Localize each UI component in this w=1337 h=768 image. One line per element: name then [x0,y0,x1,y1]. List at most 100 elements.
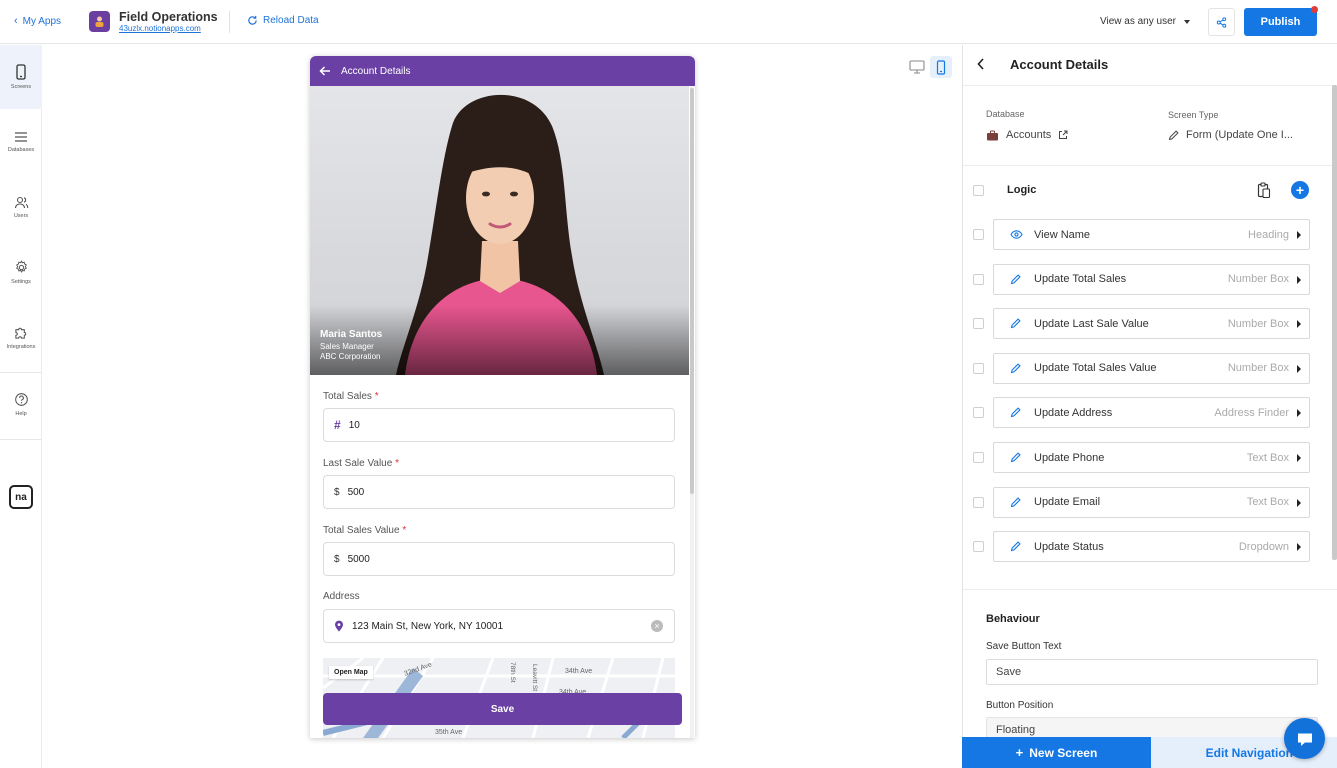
share-button[interactable] [1208,8,1235,36]
divider [229,11,230,33]
pencil-icon [1010,541,1024,552]
last-sale-value-input[interactable]: $ 500 [323,475,675,509]
help-icon [14,392,28,406]
desktop-view-toggle[interactable] [906,56,928,78]
paste-icon[interactable] [1257,182,1271,199]
logic-row-checkbox[interactable] [973,496,984,508]
caret-right-icon[interactable] [1297,320,1301,329]
screen-type-value[interactable]: Form (Update One I... [1168,129,1293,141]
logic-row-checkbox[interactable] [973,541,984,553]
app-url-link[interactable]: 43uzlx.notionapps.com [119,24,201,33]
caret-right-icon[interactable] [1297,543,1301,552]
caret-right-icon[interactable] [1297,275,1301,284]
total-sales-value-input[interactable]: $ 5000 [323,542,675,576]
mobile-view-toggle[interactable] [930,56,952,78]
clear-icon[interactable]: × [651,620,663,632]
screen-type-label: Screen Type [1168,110,1219,120]
nav-item-help[interactable]: Help [0,372,42,436]
required-marker: * [402,525,407,536]
save-button[interactable]: Save [323,693,682,725]
nav-item-integrations[interactable]: Integrations [0,305,42,369]
phone-scrollbar[interactable] [690,88,694,494]
pencil-icon [1010,452,1024,463]
nav-item-settings[interactable]: Settings [0,240,42,304]
arrow-left-icon[interactable] [319,66,331,76]
map-pin-icon [335,620,343,632]
pencil-icon [1010,318,1024,329]
notification-dot [1311,6,1318,13]
pencil-icon [1010,363,1024,374]
profile-image: Maria Santos Sales Manager ABC Corporati… [310,86,689,375]
logic-row[interactable]: Update Last Sale Value Number Box [993,308,1310,340]
caret-right-icon[interactable] [1297,498,1301,507]
caret-right-icon[interactable] [1297,364,1301,373]
logic-row-type: Number Box [1227,273,1289,286]
behaviour-heading: Behaviour [986,613,1040,625]
logic-row-checkbox[interactable] [973,452,984,463]
nav-item-screens[interactable]: Screens [0,45,42,109]
logic-row[interactable]: Update Phone Text Box [993,442,1310,473]
puzzle-icon [14,327,26,339]
logic-row-name: Update Phone [1034,451,1105,464]
total-sales-label-text: Total Sales [323,391,372,402]
profile-role: Sales Manager [320,342,374,351]
logic-row-type: Text Box [1246,496,1289,509]
chat-support-button[interactable] [1284,718,1325,759]
logic-checkbox[interactable] [973,185,984,196]
chevron-left-icon[interactable] [977,58,985,70]
panel-scrollbar[interactable] [1332,85,1337,560]
panel-title: Account Details [1010,57,1109,72]
required-marker: * [374,391,379,402]
add-logic-button[interactable]: + [1291,181,1309,199]
caret-right-icon[interactable] [1297,409,1301,418]
logic-row[interactable]: Update Total Sales Number Box [993,263,1310,295]
logic-row[interactable]: Update Total Sales Value Number Box [993,352,1310,384]
plus-icon: + [1015,745,1024,760]
divider [963,589,1337,590]
caret-right-icon[interactable] [1297,231,1301,239]
logic-row-type: Number Box [1227,362,1289,375]
last-sale-value-value: 500 [347,486,365,498]
plus-icon: + [1295,182,1305,198]
logic-row[interactable]: Update Email Text Box [993,486,1310,518]
logic-row-checkbox[interactable] [973,407,984,419]
my-apps-link[interactable]: ‹ My Apps [14,16,61,28]
reload-data-button[interactable]: Reload Data [247,15,319,26]
new-screen-button[interactable]: + New Screen [962,737,1151,768]
database-value[interactable]: Accounts [986,129,1068,141]
address-label: Address [323,591,360,602]
save-button-text-input[interactable]: Save [986,659,1318,685]
logic-row-checkbox[interactable] [973,229,984,240]
app-title: Field Operations [119,10,218,24]
chat-icon [1297,733,1312,746]
logic-row[interactable]: Update Status Dropdown [993,531,1310,563]
logic-row[interactable]: Update Address Address Finder [993,397,1310,429]
dollar-icon: $ [334,553,340,565]
address-input[interactable]: 123 Main St, New York, NY 10001 × [323,609,675,643]
eye-icon [1010,230,1024,239]
logic-row-checkbox[interactable] [973,318,984,330]
logic-row-type: Address Finder [1214,406,1289,419]
publish-button[interactable]: Publish [1244,6,1318,36]
database-label: Database [986,109,1025,119]
logic-row-name: Update Last Sale Value [1034,317,1149,330]
logic-row-name: Update Email [1034,496,1101,509]
total-sales-value-label: Total Sales Value * [323,525,406,536]
nav-item-databases[interactable]: Databases [0,110,42,174]
total-sales-input[interactable]: # 10 [323,408,675,442]
profile-company: ABC Corporation [320,352,381,361]
open-map-button[interactable]: Open Map [329,666,373,679]
button-position-label: Button Position [986,700,1054,711]
logic-row-checkbox[interactable] [973,273,984,285]
view-as-dropdown[interactable]: View as any user [1100,16,1190,27]
desktop-icon [909,60,925,74]
nav-item-users[interactable]: Users [0,175,42,239]
map-street-label: 34th Ave [565,668,592,675]
external-link-icon[interactable] [1058,130,1068,140]
caret-right-icon[interactable] [1297,454,1301,462]
logic-row[interactable]: View Name Heading [993,219,1310,250]
publish-label: Publish [1260,16,1301,28]
notionapps-logo[interactable]: na [9,485,33,509]
logic-row-checkbox[interactable] [973,362,984,374]
logic-row-type: Heading [1248,228,1289,241]
